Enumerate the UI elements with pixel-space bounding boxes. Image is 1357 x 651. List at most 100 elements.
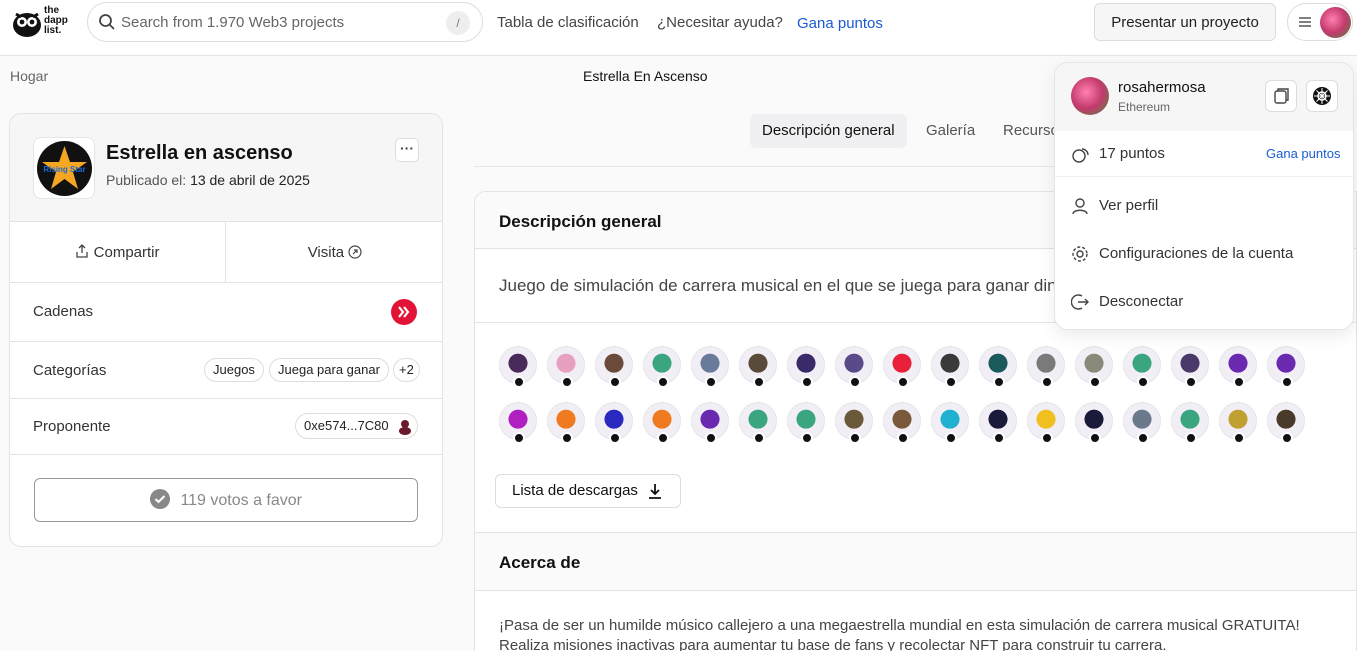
voter-avatar[interactable] [1075, 402, 1115, 444]
voter-avatar[interactable] [547, 346, 587, 388]
upvote-badge-icon [897, 376, 909, 388]
voter-avatar[interactable] [595, 346, 635, 388]
top-navigation-bar: the dapp list. Search from 1.970 Web3 pr… [0, 0, 1357, 56]
voter-avatar[interactable] [1267, 346, 1307, 388]
visit-label: Visita [307, 244, 345, 261]
help-link[interactable]: ¿Necesitar ayuda? [657, 14, 783, 31]
copy-icon [1274, 88, 1289, 104]
search-icon [99, 14, 115, 30]
dropdown-network: Ethereum [1118, 100, 1171, 114]
voter-avatar[interactable] [1027, 402, 1067, 444]
share-label: Compartir [93, 244, 160, 261]
owl-logo-icon [13, 12, 41, 37]
voter-avatar[interactable] [1171, 346, 1211, 388]
download-icon [649, 484, 661, 499]
earn-points-link[interactable]: Gana puntos [797, 15, 883, 32]
voter-avatar[interactable] [883, 402, 923, 444]
category-tag[interactable]: Juega para ganar [269, 358, 389, 382]
tab-overview[interactable]: Descripción general [750, 114, 907, 148]
voter-avatar[interactable] [979, 402, 1019, 444]
voter-avatar[interactable] [595, 402, 635, 444]
account-settings-item[interactable]: Configuraciones de la cuenta [1071, 245, 1341, 265]
upvote-badge-icon [657, 376, 669, 388]
visit-button[interactable]: Visita [226, 222, 442, 283]
upvote-badge-icon [1185, 376, 1197, 388]
upvote-badge-icon [945, 432, 957, 444]
account-settings-label: Configuraciones de la cuenta [1099, 245, 1294, 262]
upvote-badge-icon [705, 432, 717, 444]
download-list-label: Lista de descargas [512, 482, 638, 499]
logout-item[interactable]: Desconectar [1071, 293, 1341, 313]
upvote-badge-icon [561, 432, 573, 444]
chains-row: Cadenas [10, 283, 442, 342]
upvote-badge-icon [1281, 376, 1293, 388]
upvote-badge-icon [801, 376, 813, 388]
voter-avatar[interactable] [931, 346, 971, 388]
voter-avatar[interactable] [835, 402, 875, 444]
logout-icon [1071, 294, 1089, 310]
proposer-address[interactable]: 0xe574...7C80 [295, 413, 418, 439]
upvote-badge-icon [1137, 432, 1149, 444]
hive-chain-icon [391, 299, 417, 325]
voter-avatar[interactable] [835, 346, 875, 388]
voter-avatar[interactable] [1075, 346, 1115, 388]
upvote-badge-icon [801, 432, 813, 444]
download-list-button[interactable]: Lista de descargas [495, 474, 681, 508]
user-dropdown-menu: rosahermosa Ethereum 17 puntos Gana punt… [1054, 62, 1354, 330]
leaderboard-link[interactable]: Tabla de clasificación [497, 14, 639, 31]
voter-avatar[interactable] [1123, 346, 1163, 388]
voter-avatar[interactable] [691, 402, 731, 444]
proposer-label: Proponente [33, 418, 111, 435]
voter-avatar[interactable] [499, 346, 539, 388]
logo-line-3: list. [44, 25, 62, 36]
voter-avatar[interactable] [787, 402, 827, 444]
voter-avatar[interactable] [739, 402, 779, 444]
voter-avatar[interactable] [883, 346, 923, 388]
chains-label: Cadenas [33, 303, 94, 320]
voter-avatar[interactable] [1171, 402, 1211, 444]
upvote-badge-icon [1233, 432, 1245, 444]
voter-avatar[interactable] [931, 402, 971, 444]
upvote-button[interactable]: 119 votos a favor [34, 478, 418, 522]
more-options-button[interactable]: ··· [395, 138, 419, 162]
voter-avatar[interactable] [979, 346, 1019, 388]
voter-avatar[interactable] [1219, 346, 1259, 388]
voter-avatar[interactable] [1267, 402, 1307, 444]
search-placeholder: Search from 1.970 Web3 projects [121, 14, 345, 31]
copy-address-button[interactable] [1265, 80, 1297, 112]
user-menu-button[interactable] [1287, 3, 1353, 41]
voter-avatar[interactable] [787, 346, 827, 388]
voter-avatar[interactable] [739, 346, 779, 388]
voter-avatar[interactable] [547, 402, 587, 444]
breadcrumb-home[interactable]: Hogar [10, 68, 48, 84]
user-avatar [1320, 7, 1351, 38]
voter-avatar[interactable] [643, 346, 683, 388]
search-input[interactable]: Search from 1.970 Web3 projects / [87, 2, 483, 42]
dapplist-logo[interactable]: the dapp list. [12, 6, 74, 40]
voter-avatar[interactable] [643, 402, 683, 444]
submit-project-button[interactable]: Presentar un proyecto [1094, 3, 1276, 41]
category-more-tag[interactable]: +2 [393, 358, 420, 382]
voter-avatar[interactable] [1027, 346, 1067, 388]
voter-avatar[interactable] [499, 402, 539, 444]
project-logo-circle: Rising Star [37, 141, 92, 196]
dropdown-earn-points-link[interactable]: Gana puntos [1266, 146, 1340, 161]
wallet-network-button[interactable] [1306, 80, 1338, 112]
upvote-badge-icon [1041, 376, 1053, 388]
voter-avatar[interactable] [691, 346, 731, 388]
voter-avatar[interactable] [1219, 402, 1259, 444]
section-tabs: Descripción general Galería Recursos [474, 112, 1066, 167]
project-info-card: Rising Star Estrella en ascenso Publicad… [9, 113, 443, 547]
star-logo-icon: Rising Star [42, 146, 87, 189]
check-circle-icon [149, 489, 170, 509]
view-profile-item[interactable]: Ver perfil [1071, 197, 1341, 217]
tab-gallery[interactable]: Galería [914, 114, 987, 148]
voter-avatar[interactable] [1123, 402, 1163, 444]
upvote-badge-icon [849, 432, 861, 444]
category-tag[interactable]: Juegos [204, 358, 264, 382]
proposer-address-text: 0xe574...7C80 [304, 418, 389, 433]
hamburger-menu-icon [1299, 17, 1311, 27]
points-value: 17 puntos [1099, 145, 1165, 162]
share-button[interactable]: Compartir [10, 222, 226, 283]
upvote-badge-icon [1185, 432, 1197, 444]
